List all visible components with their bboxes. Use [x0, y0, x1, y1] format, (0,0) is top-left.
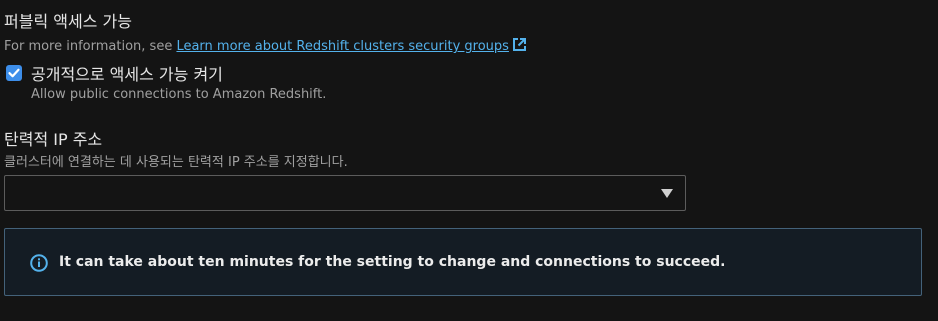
elastic-ip-description: 클러스터에 연결하는 데 사용되는 탄력적 IP 주소를 지정합니다.: [4, 155, 348, 170]
info-alert-message: It can take about ten minutes for the se…: [59, 254, 726, 270]
elastic-ip-title: 탄력적 IP 주소: [4, 130, 103, 149]
security-groups-link[interactable]: Learn more about Redshift clusters secur…: [176, 37, 527, 54]
external-link-icon: [512, 37, 527, 52]
elastic-ip-select[interactable]: [4, 175, 686, 211]
checkmark-icon: [8, 68, 20, 78]
public-access-checkbox-description: Allow public connections to Amazon Redsh…: [31, 87, 327, 102]
caret-down-icon: [661, 189, 673, 198]
public-access-title: 퍼블릭 액세스 가능: [4, 12, 132, 31]
public-access-description: For more information, see Learn more abo…: [4, 37, 527, 54]
info-alert: It can take about ten minutes for the se…: [4, 228, 922, 296]
public-access-checkbox-label[interactable]: 공개적으로 액세스 가능 켜기: [31, 61, 223, 85]
description-prefix: For more information, see: [4, 39, 177, 54]
info-icon: [30, 254, 48, 272]
security-groups-link-label: Learn more about Redshift clusters secur…: [176, 39, 509, 54]
public-access-checkbox[interactable]: [6, 65, 22, 81]
